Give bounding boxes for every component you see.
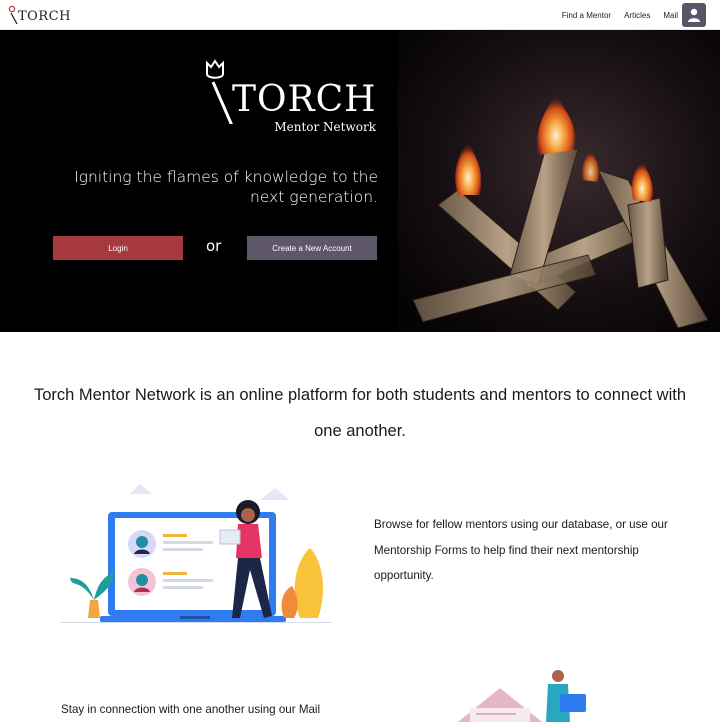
- nav-find-mentor[interactable]: Find a Mentor: [562, 11, 611, 20]
- brand-subtitle: Mentor Network: [274, 120, 376, 134]
- brand-word: TORCH: [232, 79, 377, 120]
- stay-connected-text: Stay in connection with one another usin…: [61, 703, 321, 716]
- hero-brand: TORCH Mentor Network: [200, 54, 378, 140]
- top-nav: TORCH Find a Mentor Articles Mail: [0, 0, 720, 30]
- burning-torches-photo: [398, 30, 720, 332]
- intro-text: Torch Mentor Network is an online platfo…: [33, 386, 687, 440]
- nav-mail[interactable]: Mail: [663, 11, 678, 20]
- mentor-search-illustration: [60, 484, 332, 623]
- torch-logo-icon: [8, 5, 20, 25]
- create-account-button[interactable]: Create a New Account: [247, 236, 377, 260]
- hero-banner: TORCH Mentor Network Igniting the flames…: [0, 30, 720, 332]
- profile-button[interactable]: [682, 3, 706, 27]
- or-label: or: [206, 237, 222, 255]
- hero-tagline: Igniting the flames of knowledge to the …: [74, 168, 378, 206]
- mail-illustration: [458, 670, 586, 722]
- nav-links: Find a Mentor Articles Mail: [562, 0, 678, 30]
- site-logo[interactable]: TORCH: [8, 5, 71, 25]
- login-button[interactable]: Login: [53, 236, 183, 260]
- logo-text: TORCH: [18, 9, 71, 24]
- user-icon: [688, 8, 700, 22]
- browse-text: Browse for fellow mentors using our data…: [374, 518, 668, 582]
- nav-articles[interactable]: Articles: [624, 11, 650, 20]
